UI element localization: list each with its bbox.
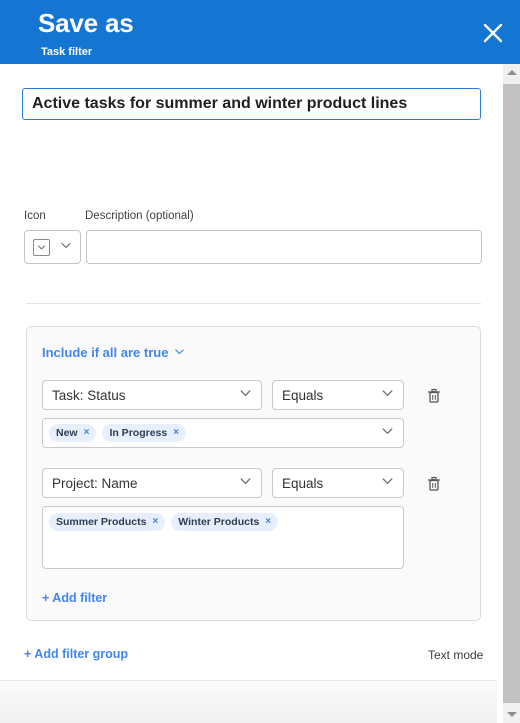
- chevron-down-icon: [381, 474, 394, 492]
- value-chip-label: Summer Products: [56, 516, 147, 528]
- description-input[interactable]: [86, 230, 482, 264]
- filter-operator-select-0[interactable]: Equals: [272, 380, 404, 410]
- page-title: Save as: [38, 8, 134, 38]
- remove-chip-icon[interactable]: ×: [152, 517, 158, 527]
- chevron-down-icon: [60, 238, 72, 256]
- icon-select[interactable]: [24, 230, 81, 264]
- value-chip-label: New: [56, 427, 78, 439]
- value-chip-label: In Progress: [109, 427, 168, 439]
- filter-field-select-0[interactable]: Task: Status: [42, 380, 262, 410]
- scroll-up-arrow-icon[interactable]: [503, 64, 520, 81]
- include-condition-selector[interactable]: Include if all are true: [42, 345, 185, 360]
- filter-operator-value-0: Equals: [282, 387, 324, 403]
- filter-values-input-0[interactable]: New × In Progress ×: [42, 418, 404, 448]
- dialog-subtitle: Task filter: [41, 46, 93, 58]
- value-chip[interactable]: In Progress ×: [102, 424, 187, 442]
- icon-label: Icon: [24, 210, 46, 222]
- chevron-down-icon: [381, 386, 394, 404]
- footer-separator-band: [0, 680, 497, 723]
- vertical-scrollbar[interactable]: [497, 64, 520, 723]
- scroll-down-arrow-icon[interactable]: [503, 706, 520, 723]
- chevron-down-icon: [239, 386, 252, 404]
- filter-group-card: Include if all are true Task: Status Equ…: [26, 326, 481, 621]
- value-chip[interactable]: Winter Products ×: [171, 513, 279, 531]
- filter-field-value-0: Task: Status: [52, 387, 126, 403]
- dialog-body: Icon Description (optional) Include if a…: [0, 64, 497, 723]
- filter-field-value-1: Project: Name: [52, 475, 138, 491]
- description-label: Description (optional): [85, 210, 194, 222]
- filter-operator-value-1: Equals: [282, 475, 324, 491]
- text-mode-button[interactable]: Text mode: [428, 648, 483, 662]
- chevron-down-icon[interactable]: [381, 424, 394, 442]
- value-chip-label: Winter Products: [178, 516, 260, 528]
- add-filter-group-button[interactable]: + Add filter group: [24, 647, 128, 661]
- remove-chip-icon[interactable]: ×: [84, 428, 90, 438]
- delete-filter-row-0[interactable]: [424, 386, 444, 406]
- chevron-in-box-icon: [33, 238, 50, 256]
- filter-name-field-wrap: [22, 88, 481, 120]
- add-filter-button[interactable]: + Add filter: [42, 591, 107, 605]
- filter-name-input[interactable]: [22, 88, 481, 120]
- filter-values-input-1[interactable]: Summer Products × Winter Products ×: [42, 506, 404, 569]
- value-chip[interactable]: New ×: [49, 424, 97, 442]
- chevron-down-icon: [174, 345, 185, 360]
- section-divider: [26, 303, 481, 304]
- scrollbar-thumb[interactable]: [503, 84, 520, 703]
- delete-filter-row-1[interactable]: [424, 474, 444, 494]
- close-icon[interactable]: [480, 20, 506, 46]
- remove-chip-icon[interactable]: ×: [173, 428, 179, 438]
- value-chip[interactable]: Summer Products ×: [49, 513, 166, 531]
- remove-chip-icon[interactable]: ×: [265, 517, 271, 527]
- chevron-down-icon: [239, 474, 252, 492]
- dialog-header: Save as Task filter: [0, 0, 520, 64]
- filter-field-select-1[interactable]: Project: Name: [42, 468, 262, 498]
- include-condition-label: Include if all are true: [42, 345, 169, 360]
- save-as-dialog: Save as Task filter Icon Description (op…: [0, 0, 520, 723]
- filter-operator-select-1[interactable]: Equals: [272, 468, 404, 498]
